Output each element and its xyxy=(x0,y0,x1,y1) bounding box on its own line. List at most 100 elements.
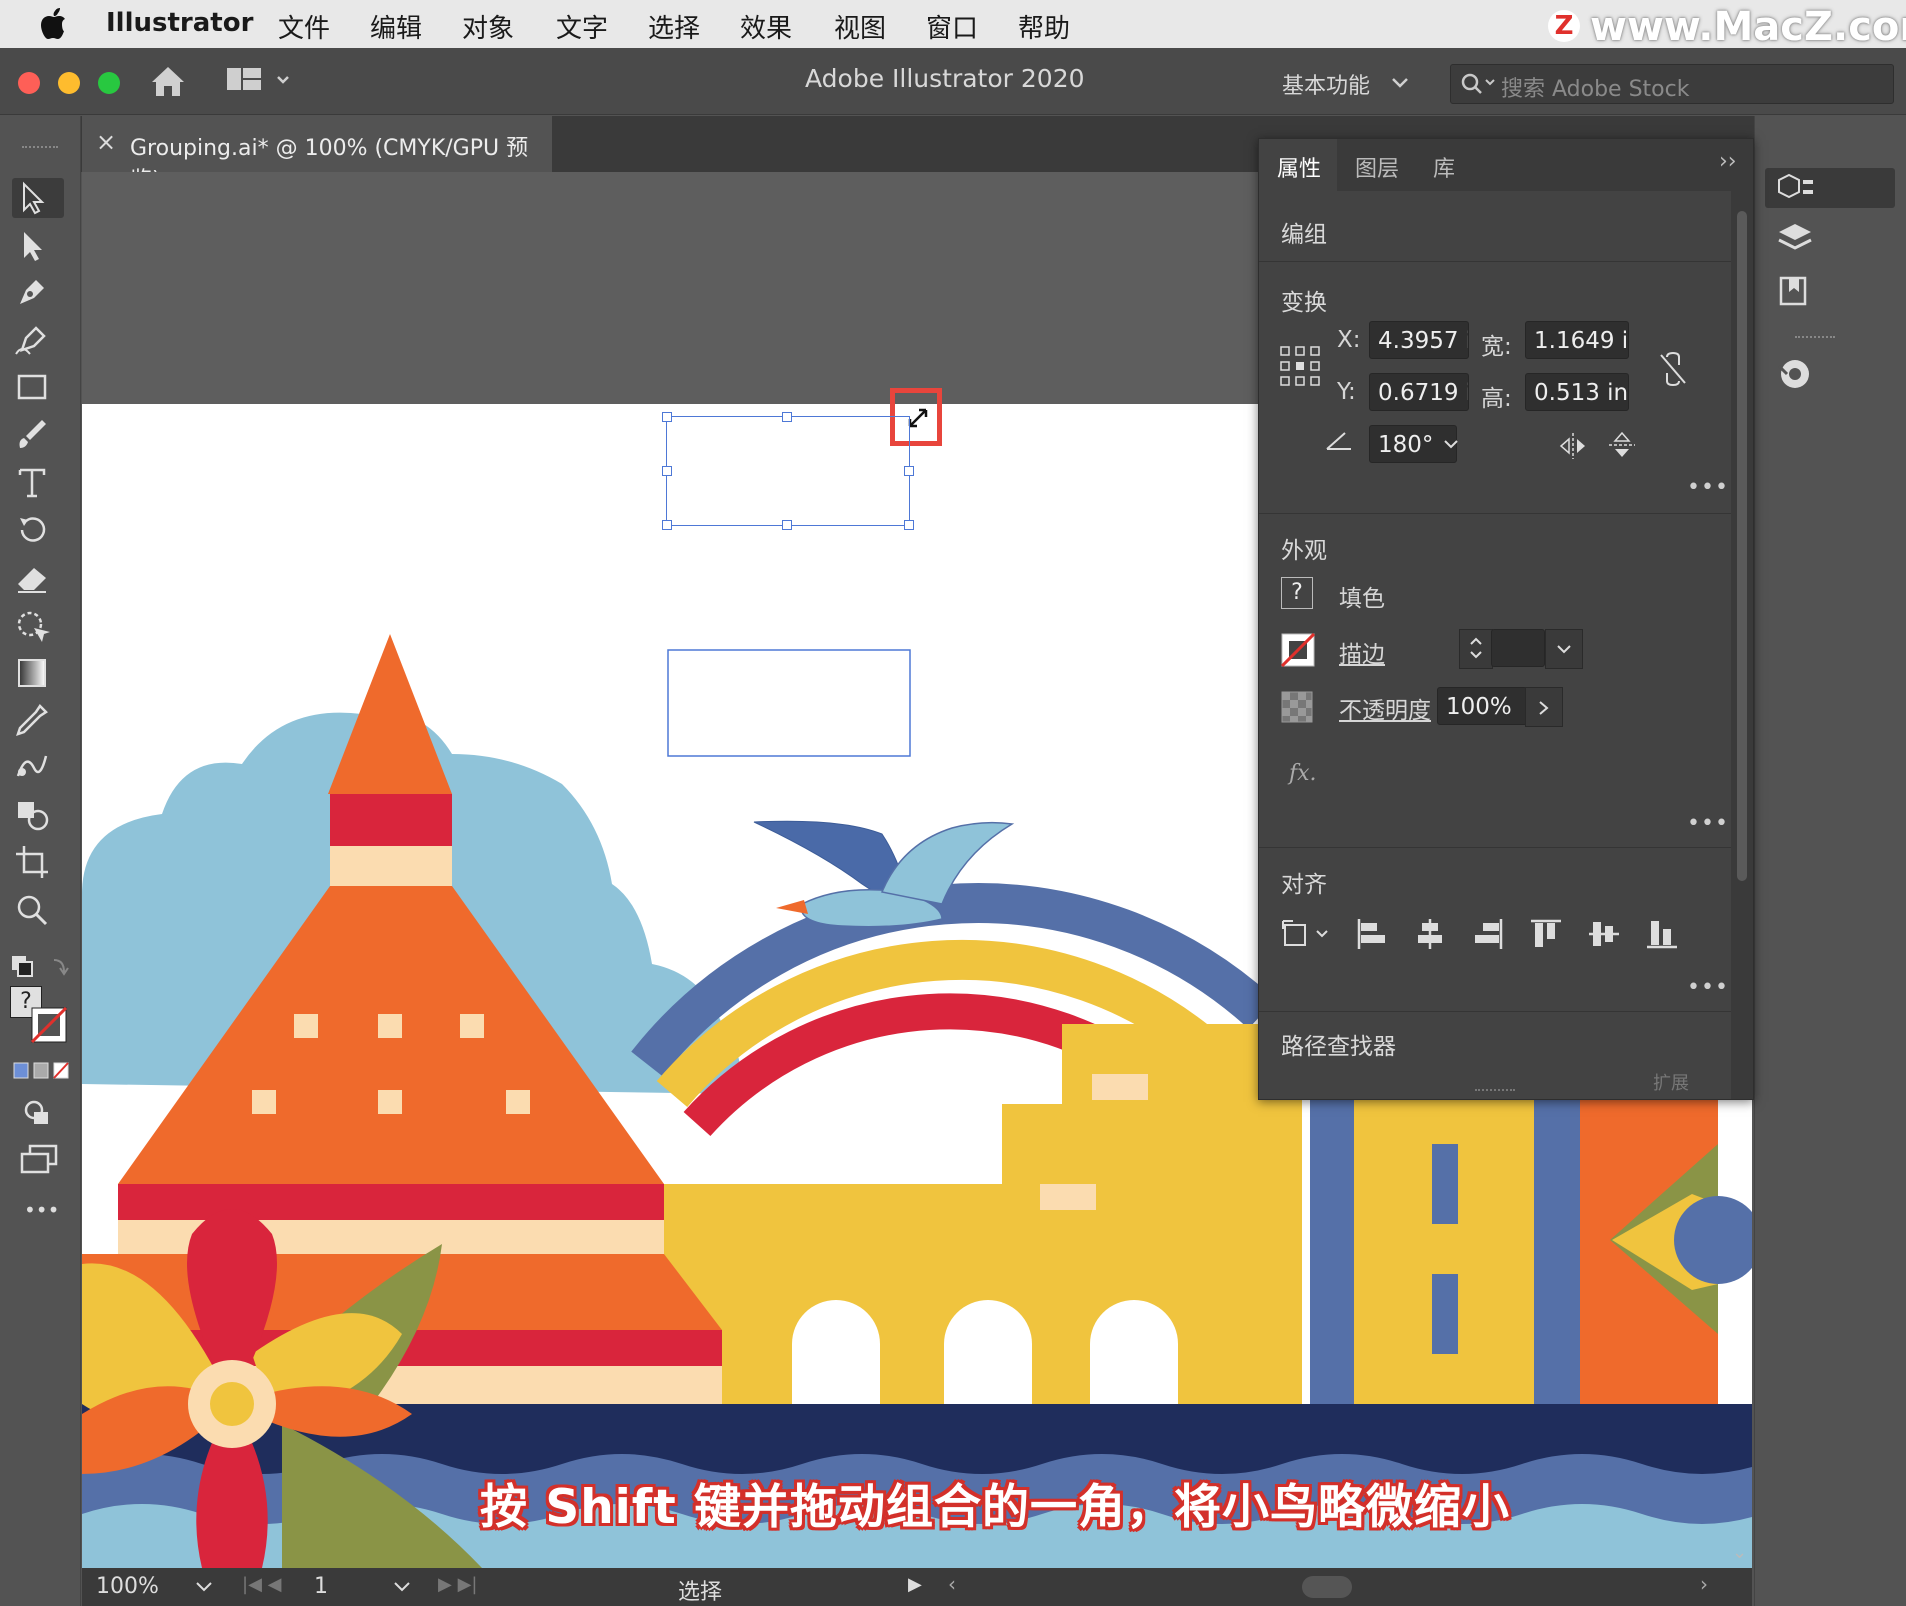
align-top-icon[interactable] xyxy=(1529,917,1563,951)
menu-edit[interactable]: 编辑 xyxy=(370,8,422,45)
selection-tool[interactable] xyxy=(12,178,64,218)
stroke-weight-stepper[interactable] xyxy=(1459,629,1493,669)
color-themes-icon[interactable] xyxy=(1775,354,1815,394)
handle-bottom-right[interactable] xyxy=(904,520,914,530)
zoom-tool[interactable] xyxy=(12,890,64,930)
menu-view[interactable]: 视图 xyxy=(834,8,886,45)
direct-selection-tool[interactable] xyxy=(12,226,64,266)
home-icon[interactable] xyxy=(148,62,188,100)
chevron-down-icon[interactable] xyxy=(392,1580,412,1594)
align-vertical-center-icon[interactable] xyxy=(1587,917,1621,951)
stock-search-input[interactable]: 搜索 Adobe Stock xyxy=(1450,64,1894,104)
status-menu-arrow-icon[interactable]: ▶ xyxy=(908,1574,922,1595)
selection-bounding-box[interactable] xyxy=(667,649,911,757)
toolbar-grip[interactable] xyxy=(22,146,58,152)
horizontal-scrollbar-thumb[interactable] xyxy=(1302,1576,1352,1598)
libraries-icon[interactable] xyxy=(1775,274,1815,308)
panel-scrollbar-thumb[interactable] xyxy=(1737,211,1747,881)
align-left-icon[interactable] xyxy=(1355,917,1389,951)
pathfinder-expand-button[interactable]: 扩展 xyxy=(1653,1069,1689,1097)
stroke-weight-dropdown[interactable] xyxy=(1545,629,1583,669)
flip-horizontal-icon[interactable] xyxy=(1559,431,1589,461)
scroll-left-icon[interactable]: ‹ xyxy=(948,1572,956,1596)
panel-resize-grip[interactable] xyxy=(1475,1089,1515,1095)
zoom-window-button[interactable] xyxy=(98,72,120,94)
align-to-icon[interactable] xyxy=(1281,917,1333,951)
minimize-window-button[interactable] xyxy=(58,72,80,94)
rotation-dropdown[interactable] xyxy=(1435,425,1467,463)
menu-effect[interactable]: 效果 xyxy=(740,8,792,45)
workspace-switcher[interactable]: 基本功能 xyxy=(1282,68,1370,100)
fill-label[interactable]: 填色 xyxy=(1339,579,1385,613)
paintbrush-tool[interactable] xyxy=(12,414,64,454)
menu-file[interactable]: 文件 xyxy=(278,8,330,45)
layers-icon[interactable] xyxy=(1775,220,1815,254)
close-window-button[interactable] xyxy=(18,72,40,94)
align-horizontal-center-icon[interactable] xyxy=(1413,917,1447,951)
swap-colors-icon[interactable] xyxy=(10,950,70,984)
color-mode-icons[interactable] xyxy=(12,1060,70,1082)
stroke-weight-field[interactable] xyxy=(1491,629,1545,667)
dock-properties-button[interactable] xyxy=(1765,168,1895,208)
tab-libraries[interactable]: 库 xyxy=(1433,151,1455,183)
stroke-swatch-icon[interactable] xyxy=(1281,633,1315,667)
artboard-tool[interactable] xyxy=(12,842,64,882)
fx-effects-button[interactable]: fx. xyxy=(1289,761,1317,786)
stroke-swatch[interactable] xyxy=(30,1006,70,1046)
align-right-icon[interactable] xyxy=(1471,917,1505,951)
handle-bottom-center[interactable] xyxy=(782,520,792,530)
puppet-warp-tool[interactable] xyxy=(12,606,64,646)
handle-top-center[interactable] xyxy=(782,412,792,422)
height-field[interactable]: 0.513 in xyxy=(1525,373,1629,411)
artboard-number-field[interactable]: 1 xyxy=(314,1574,328,1599)
x-position-field[interactable]: 4.3957 i xyxy=(1369,321,1469,359)
blend-tool[interactable] xyxy=(12,746,64,786)
width-field[interactable]: 1.1649 ir xyxy=(1525,321,1629,359)
type-tool[interactable] xyxy=(12,462,64,502)
curvature-tool[interactable] xyxy=(12,320,64,360)
menu-window[interactable]: 窗口 xyxy=(926,8,978,45)
scroll-right-icon[interactable]: › xyxy=(1700,1572,1708,1596)
bird-selection-box[interactable] xyxy=(666,416,910,526)
handle-middle-right[interactable] xyxy=(904,466,914,476)
panel-scrollbar[interactable] xyxy=(1731,191,1753,1099)
constrain-proportions-icon[interactable] xyxy=(1657,351,1689,387)
menu-object[interactable]: 对象 xyxy=(462,8,514,45)
opacity-slider-toggle[interactable] xyxy=(1525,687,1563,727)
chevron-down-icon[interactable] xyxy=(194,1580,214,1594)
scroll-down-icon[interactable]: ⌄ xyxy=(1732,1542,1747,1563)
tab-properties[interactable]: 属性 xyxy=(1277,151,1321,183)
first-artboard-icon[interactable]: |◀ ◀ xyxy=(242,1574,281,1595)
eraser-tool[interactable] xyxy=(12,558,64,598)
menu-help[interactable]: 帮助 xyxy=(1018,8,1070,45)
menu-select[interactable]: 选择 xyxy=(648,8,700,45)
menu-type[interactable]: 文字 xyxy=(556,8,608,45)
edit-toolbar-icon[interactable]: ••• xyxy=(24,1198,59,1222)
draw-mode-icon[interactable] xyxy=(22,1098,54,1130)
rectangle-tool[interactable] xyxy=(12,366,64,406)
document-tab[interactable]: × Grouping.ai* @ 100% (CMYK/GPU 预览) xyxy=(82,116,552,193)
handle-top-left[interactable] xyxy=(662,412,672,422)
align-more-options[interactable]: ••• xyxy=(1687,975,1729,1000)
dock-grip[interactable] xyxy=(1795,336,1835,342)
arrange-documents-icon[interactable] xyxy=(226,66,292,96)
last-artboard-icon[interactable]: ▶ ▶| xyxy=(438,1574,477,1595)
shape-builder-tool[interactable] xyxy=(12,794,64,834)
apple-icon[interactable] xyxy=(40,6,68,40)
opacity-label[interactable]: 不透明度 xyxy=(1339,691,1431,725)
opacity-checker-icon[interactable] xyxy=(1281,691,1313,723)
chevron-down-icon[interactable] xyxy=(1390,76,1410,90)
fill-swatch-icon[interactable]: ? xyxy=(1281,577,1313,609)
reference-point-icon[interactable] xyxy=(1279,345,1321,387)
app-menu[interactable]: Illustrator xyxy=(106,8,253,38)
y-position-field[interactable]: 0.6719 i xyxy=(1369,373,1469,411)
screen-mode-icon[interactable] xyxy=(20,1144,58,1176)
stroke-label[interactable]: 描边 xyxy=(1339,635,1385,669)
close-tab-icon[interactable]: × xyxy=(96,128,116,156)
handle-middle-left[interactable] xyxy=(662,466,672,476)
zoom-level-field[interactable]: 100% xyxy=(96,1574,159,1599)
panel-collapse-icon[interactable]: ›› xyxy=(1719,149,1737,174)
rotate-tool[interactable] xyxy=(12,510,64,550)
transform-more-options[interactable]: ••• xyxy=(1687,475,1729,500)
appearance-more-options[interactable]: ••• xyxy=(1687,811,1729,836)
